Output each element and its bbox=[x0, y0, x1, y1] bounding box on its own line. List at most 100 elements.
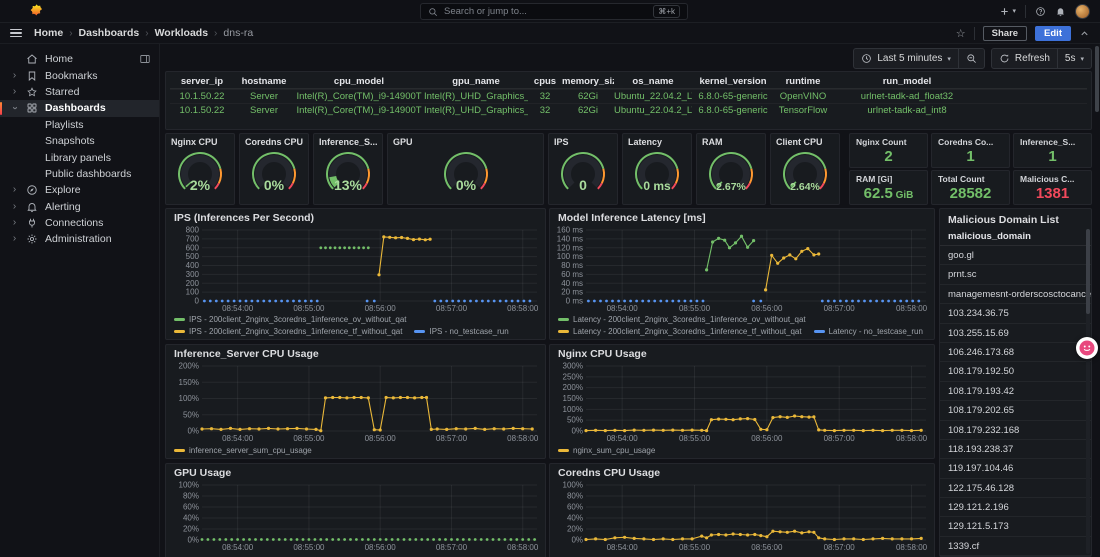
notifications-bell-icon[interactable] bbox=[1055, 6, 1066, 17]
stat-title[interactable]: Total Count bbox=[932, 171, 1009, 184]
panel-title[interactable]: IPS (Inferences Per Second) bbox=[166, 209, 545, 224]
column-header-gpu-name[interactable]: gpu_name bbox=[424, 76, 528, 87]
chevron-right-icon[interactable]: › bbox=[10, 218, 19, 228]
sidebar-item-explore[interactable]: ›Explore bbox=[0, 182, 159, 198]
data-point bbox=[677, 300, 680, 303]
server-info-table-panel: server_iphostnamecpu_modelgpu_namecpusme… bbox=[165, 71, 1092, 130]
breadcrumb-item-dashboards[interactable]: Dashboards bbox=[79, 27, 140, 39]
collapse-header-chevron-icon[interactable] bbox=[1079, 28, 1090, 39]
panel-title[interactable]: Coredns CPU bbox=[240, 134, 308, 147]
data-point bbox=[732, 418, 735, 421]
gauge-panel-inference-s: Inference_S...13% bbox=[313, 133, 383, 205]
refresh-interval-select[interactable]: 5s ▾ bbox=[1057, 49, 1091, 68]
panel-title[interactable]: Coredns CPU Usage bbox=[550, 464, 934, 479]
refresh-button[interactable]: Refresh bbox=[992, 49, 1057, 68]
legend-item[interactable]: inference_server_sum_cpu_usage bbox=[174, 446, 312, 455]
add-button[interactable]: ▾ bbox=[999, 6, 1016, 17]
edit-button[interactable]: Edit bbox=[1035, 26, 1071, 41]
column-header-runtime[interactable]: runtime bbox=[774, 76, 832, 87]
coredns-cpu-chart-plot[interactable]: 0%20%40%60%80%100%08:54:0008:55:0008:56:… bbox=[556, 481, 930, 553]
legend-item[interactable]: Latency - 200client_2nginx_3coredns_1inf… bbox=[558, 327, 802, 336]
sidebar-item-public-dashboards[interactable]: Public dashboards bbox=[0, 166, 159, 182]
time-range-picker[interactable]: Last 5 minutes ▾ bbox=[854, 49, 958, 68]
sidebar-item-dashboards[interactable]: ›Dashboards bbox=[0, 100, 159, 116]
chevron-down-icon[interactable]: › bbox=[10, 104, 20, 113]
data-point bbox=[746, 417, 749, 420]
legend-item[interactable]: Latency - 200client_2nginx_3coredns_1inf… bbox=[558, 315, 806, 324]
scrollbar-thumb[interactable] bbox=[1086, 229, 1090, 314]
chevron-right-icon[interactable]: › bbox=[10, 87, 19, 97]
sidebar-item-starred[interactable]: ›Starred bbox=[0, 84, 159, 100]
panel-title[interactable]: Client CPU bbox=[771, 134, 839, 147]
grafana-logo-icon[interactable] bbox=[28, 3, 44, 19]
chevron-right-icon[interactable]: › bbox=[10, 234, 19, 244]
column-header-run-model[interactable]: run_model bbox=[832, 76, 982, 87]
nginx-cpu-chart-plot[interactable]: 0%50%100%150%200%250%300%08:54:0008:55:0… bbox=[556, 362, 930, 444]
zoom-out-button[interactable] bbox=[958, 49, 984, 68]
sidebar-item-connections[interactable]: ›Connections bbox=[0, 215, 159, 231]
star-dashboard-icon[interactable]: ☆ bbox=[956, 27, 966, 40]
column-header-kernel-version[interactable]: kernel_version bbox=[692, 76, 774, 87]
data-point bbox=[605, 300, 608, 303]
panel-title[interactable]: Nginx CPU bbox=[166, 134, 234, 147]
legend-item[interactable]: IPS - 200client_2nginx_3coredns_1inferen… bbox=[174, 327, 402, 336]
floating-assistant-button[interactable] bbox=[1076, 337, 1098, 359]
share-button[interactable]: Share bbox=[983, 26, 1027, 41]
column-header-cpu-model[interactable]: cpu_model bbox=[294, 76, 424, 87]
inference-cpu-chart-plot[interactable]: 0%50%100%150%200%08:54:0008:55:0008:56:0… bbox=[172, 362, 541, 444]
column-header-cpus[interactable]: cpus bbox=[528, 76, 562, 87]
panel-title[interactable]: IPS bbox=[549, 134, 617, 147]
user-avatar[interactable] bbox=[1075, 4, 1090, 19]
panel-title[interactable]: RAM bbox=[697, 134, 765, 147]
column-header-memory-size[interactable]: memory_size bbox=[562, 76, 614, 87]
panel-title[interactable]: Model Inference Latency [ms] bbox=[550, 209, 934, 224]
search-input[interactable]: Search or jump to... ⌘+k bbox=[420, 3, 688, 20]
sidebar-item-library-panels[interactable]: Library panels bbox=[0, 149, 159, 165]
data-point bbox=[349, 538, 352, 541]
chevron-right-icon[interactable]: › bbox=[10, 71, 19, 81]
stat-title[interactable]: Nginx Count bbox=[850, 134, 927, 147]
sidebar-item-bookmarks[interactable]: ›Bookmarks bbox=[0, 67, 159, 83]
sidebar-item-home[interactable]: Home bbox=[0, 51, 159, 67]
data-point bbox=[629, 300, 632, 303]
data-point bbox=[833, 538, 836, 541]
column-header-os-name[interactable]: os_name bbox=[614, 76, 692, 87]
legend-item[interactable]: IPS - 200client_2nginx_3coredns_1inferen… bbox=[174, 315, 406, 324]
ips-chart-plot[interactable]: 010020030040050060070080008:54:0008:55:0… bbox=[172, 226, 541, 314]
stat-title[interactable]: Malicious C... bbox=[1014, 171, 1091, 184]
stat-title[interactable]: RAM [Gi] bbox=[850, 171, 927, 184]
panel-title[interactable]: Malicious Domain List bbox=[940, 209, 1091, 227]
panel-title[interactable]: Latency bbox=[623, 134, 691, 147]
panel-title[interactable]: GPU bbox=[388, 134, 543, 147]
panel-title[interactable]: Inference_S... bbox=[314, 134, 382, 147]
breadcrumb-item-workloads[interactable]: Workloads bbox=[155, 27, 208, 39]
chevron-right-icon[interactable]: › bbox=[10, 202, 19, 212]
legend-item[interactable]: IPS - no_testcase_run bbox=[414, 327, 508, 336]
column-header-hostname[interactable]: hostname bbox=[234, 76, 294, 87]
legend-item[interactable]: nginx_sum_cpu_usage bbox=[558, 446, 655, 455]
sidebar-item-playlists[interactable]: Playlists bbox=[0, 117, 159, 133]
sidebar-item-alerting[interactable]: ›Alerting bbox=[0, 199, 159, 215]
column-header[interactable]: malicious_domain bbox=[940, 227, 1091, 246]
panel-title[interactable]: Nginx CPU Usage bbox=[550, 345, 934, 360]
gpu-usage-chart-plot[interactable]: 0%20%40%60%80%100%08:54:0008:55:0008:56:… bbox=[172, 481, 541, 553]
panel-title[interactable]: Inference_Server CPU Usage bbox=[166, 345, 545, 360]
breadcrumb-item-home[interactable]: Home bbox=[34, 27, 63, 39]
data-point bbox=[230, 538, 233, 541]
data-point bbox=[338, 396, 341, 399]
stat-title[interactable]: Inference_S... bbox=[1014, 134, 1091, 147]
data-point bbox=[337, 538, 340, 541]
page-scrollbar-thumb[interactable] bbox=[1095, 46, 1099, 112]
stat-title[interactable]: Coredns Co... bbox=[932, 134, 1009, 147]
panel-title[interactable]: GPU Usage bbox=[166, 464, 545, 479]
dock-sidebar-icon[interactable] bbox=[139, 53, 151, 65]
help-icon[interactable] bbox=[1035, 6, 1046, 17]
column-header-server-ip[interactable]: server_ip bbox=[170, 76, 234, 87]
data-point bbox=[430, 428, 433, 431]
sidebar-item-administration[interactable]: ›Administration bbox=[0, 231, 159, 247]
latency-chart-plot[interactable]: 0 ms20 ms40 ms60 ms80 ms100 ms120 ms140 … bbox=[556, 226, 930, 314]
mega-menu-toggle-icon[interactable] bbox=[10, 29, 22, 37]
sidebar-item-snapshots[interactable]: Snapshots bbox=[0, 133, 159, 149]
legend-item[interactable]: Latency - no_testcase_run bbox=[814, 327, 923, 336]
chevron-right-icon[interactable]: › bbox=[10, 185, 19, 195]
